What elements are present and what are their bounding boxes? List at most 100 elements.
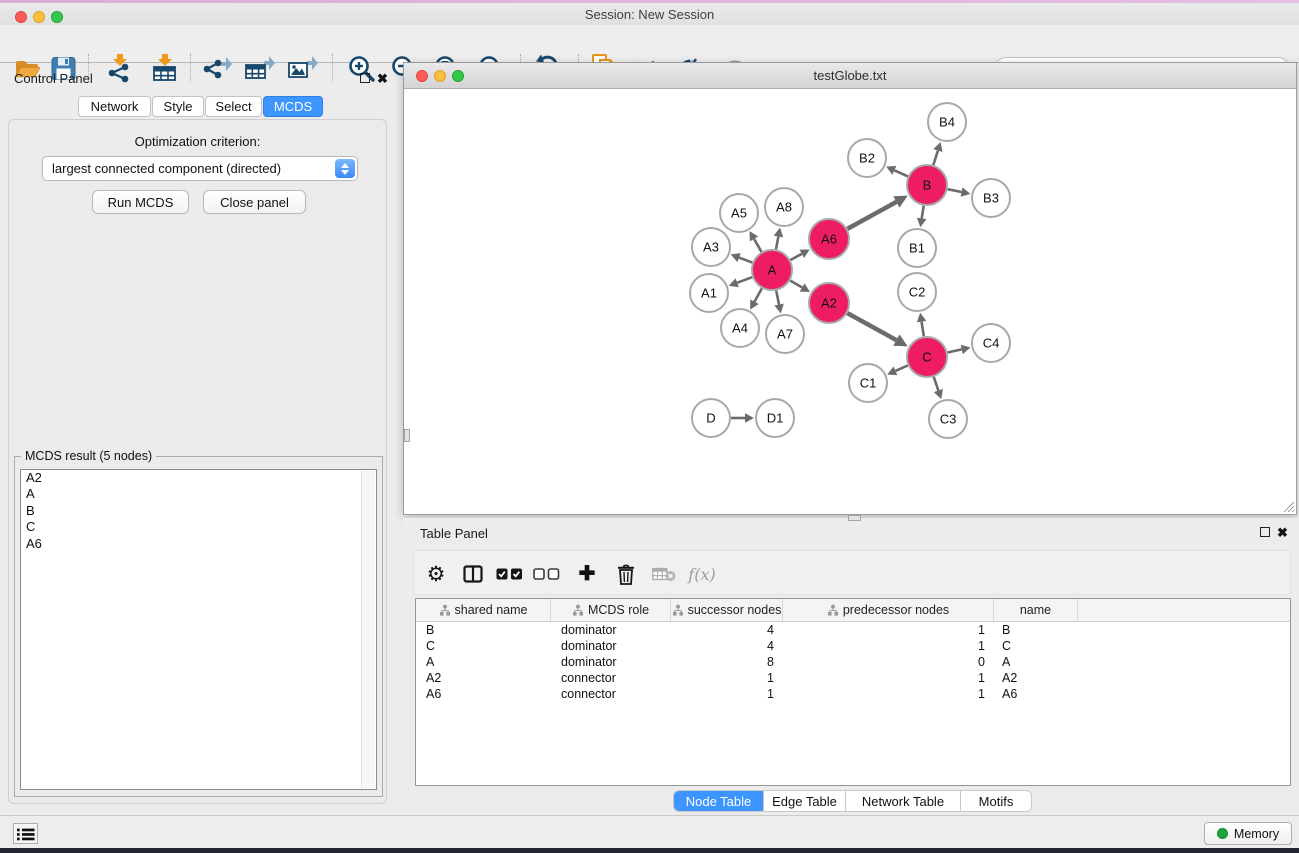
import-table-button[interactable] [148,52,182,84]
column-header-shared-name[interactable]: shared name [416,599,551,621]
mcds-result-item[interactable]: B [21,503,376,519]
task-history-button[interactable] [13,823,38,844]
import-network-button[interactable] [103,52,137,84]
tab-select[interactable]: Select [205,96,262,117]
show-column-button[interactable] [457,558,489,590]
export-network-icon [202,53,232,83]
select-stepper-icon [335,159,355,178]
mcds-result-item[interactable]: A [21,486,376,502]
columns-icon [463,565,483,583]
graph-edge-B-B1[interactable] [922,206,924,219]
table-close-icon[interactable]: ✖ [1277,526,1288,539]
table-cell: dominator [551,638,671,654]
table-cell: 1 [671,686,783,702]
mcds-list-scrollbar[interactable] [361,471,375,788]
graph-edge-B-B2[interactable] [894,170,907,176]
resize-grip-icon[interactable] [1282,500,1295,513]
import-network-icon [105,53,135,83]
graph-edge-A-A8[interactable] [776,236,778,249]
desktop-wallpaper-bottom [0,848,1299,853]
graph-edge-arrow [961,187,971,196]
mcds-result-item[interactable]: A6 [21,536,376,552]
mcds-result-item[interactable]: C [21,519,376,535]
graph-node-label: C4 [983,336,1000,351]
export-image-button[interactable] [286,52,320,84]
create-column-button[interactable]: ✚ [571,558,603,590]
table-row[interactable]: Bdominator41B [416,622,1290,638]
canvas-left-handle[interactable] [404,429,410,442]
tab-edge-table[interactable]: Edge Table [764,791,846,811]
tab-mcds[interactable]: MCDS [263,96,323,117]
control-panel-title: Control Panel [14,71,93,86]
close-panel-icon[interactable]: ✖ [377,72,388,85]
table-row[interactable]: Adominator80A [416,654,1290,670]
table-tabbar: Node Table Edge Table Network Table Moti… [673,790,1032,812]
network-canvas[interactable]: B4B2BB3A5A8A6A3B1AA1C2A2A4A7C4CC1C3DD1 [404,89,1296,514]
plus-icon: ✚ [579,564,596,584]
graph-edge-A2-C[interactable] [847,313,896,340]
graph-edge-C-C3[interactable] [934,377,939,391]
graph-edge-A-A4[interactable] [754,288,761,301]
graph-edge-arrow [745,413,754,423]
column-header-name[interactable]: name [994,599,1078,621]
select-all-button[interactable] [493,558,525,590]
graph-edge-C-C4[interactable] [948,349,962,352]
function-builder-button[interactable]: f(x) [686,558,718,590]
graph-edge-A6-B[interactable] [847,202,896,229]
table-panel-top-handle[interactable] [848,515,861,521]
delete-table-button[interactable] [648,558,680,590]
close-panel-button[interactable]: Close panel [203,190,306,214]
deselect-all-button[interactable] [530,558,562,590]
graph-edge-A-A6[interactable] [790,254,801,260]
export-network-button[interactable] [200,52,234,84]
run-mcds-button[interactable]: Run MCDS [92,190,189,214]
tab-motifs[interactable]: Motifs [961,791,1031,811]
table-cell: A2 [416,670,551,686]
delete-column-button[interactable] [610,558,642,590]
table-row[interactable]: A6connector11A6 [416,686,1290,702]
tab-network-table[interactable]: Network Table [846,791,961,811]
mcds-result-item[interactable]: A2 [21,470,376,486]
export-table-button[interactable] [243,52,277,84]
table-float-icon[interactable] [1260,527,1270,537]
table-row[interactable]: Cdominator41C [416,638,1290,654]
graph-edge-A-A2[interactable] [790,281,802,288]
graph-edge-A-A7[interactable] [776,291,779,305]
graph-edge-C-C2[interactable] [922,322,924,337]
attribute-icon [572,604,584,616]
column-label: MCDS role [588,603,649,617]
gear-icon: ⚙ [427,564,446,585]
node-table: shared name MCDS role successor nodes pr… [415,598,1291,786]
network-window-title: testGlobe.txt [404,68,1296,83]
graph-edge-A-A1[interactable] [737,277,752,283]
memory-button[interactable]: Memory [1204,822,1292,845]
graph-edge-A-A3[interactable] [739,258,752,263]
table-settings-button[interactable]: ⚙ [420,558,452,590]
graph-edge-B-B3[interactable] [948,189,962,192]
network-window-titlebar[interactable]: testGlobe.txt [404,63,1296,89]
graph-node-label: A5 [731,206,747,221]
table-row[interactable]: A2connector11A2 [416,670,1290,686]
column-header-predecessor-nodes[interactable]: predecessor nodes [783,599,994,621]
table-cell: A [416,654,551,670]
table-cell: B [994,622,1078,638]
graph-edge-arrow [933,142,942,152]
table-panel: Table Panel ✖ ⚙ [403,518,1299,812]
float-panel-icon[interactable] [360,73,370,83]
column-header-successor-nodes[interactable]: successor nodes [671,599,783,621]
graph-node-label: A6 [821,232,837,247]
tab-network[interactable]: Network [78,96,151,117]
graph-edge-B-B4[interactable] [933,151,938,165]
graph-edge-A-A5[interactable] [754,239,761,252]
table-cell: 1 [783,638,994,654]
tab-style[interactable]: Style [152,96,204,117]
column-header-mcds-role[interactable]: MCDS role [551,599,671,621]
mcds-result-list[interactable]: A2ABCA6 [20,469,377,790]
optimization-criterion-label: Optimization criterion: [8,134,387,149]
graph-node-label: B4 [939,115,955,130]
criterion-select[interactable]: largest connected component (directed) [42,156,358,181]
graph-edge-C-C1[interactable] [895,365,907,370]
table-cell: 8 [671,654,783,670]
table-cell: connector [551,686,671,702]
tab-node-table[interactable]: Node Table [674,791,764,811]
